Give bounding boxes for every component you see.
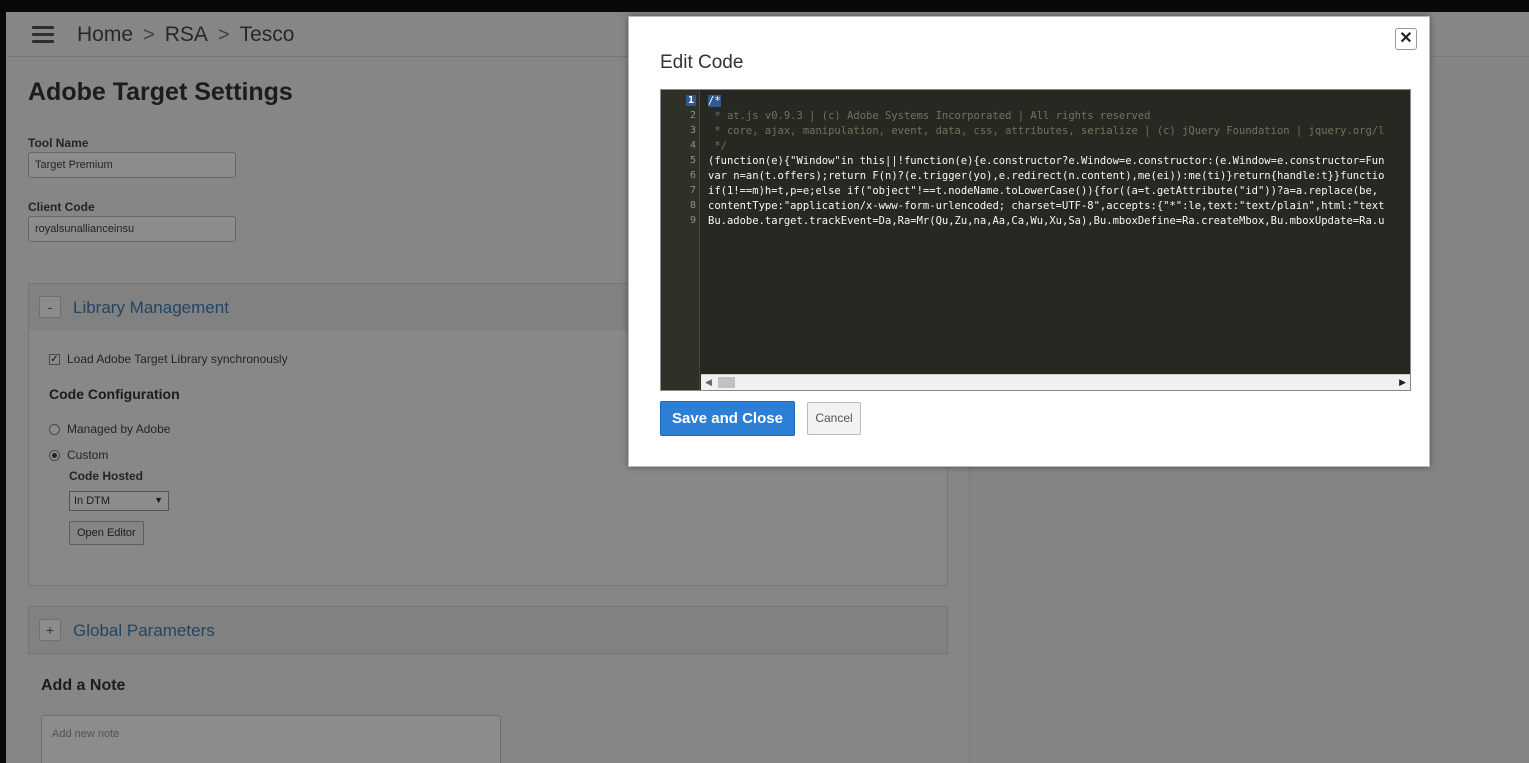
line-number: 3 <box>689 125 696 136</box>
line-number: 2 <box>689 110 696 121</box>
modal-title: Edit Code <box>660 52 744 73</box>
line-number: 7 <box>689 185 696 196</box>
code-line: * core, ajax, manipulation, event, data,… <box>708 125 1385 137</box>
scroll-left-icon[interactable]: ◀ <box>705 377 712 388</box>
scrollbar-thumb[interactable] <box>718 377 735 388</box>
code-line: var n=an(t.offers);return F(n)?(e.trigge… <box>708 170 1385 182</box>
save-and-close-button[interactable]: Save and Close <box>660 401 795 436</box>
edit-code-modal: ✕ Edit Code 1 2 3 4 5 6 7 8 9 /* * at.js… <box>628 16 1430 467</box>
scroll-right-icon[interactable]: ▶ <box>1399 377 1406 388</box>
selected-text: /* <box>708 95 721 107</box>
code-line: * at.js v0.9.3 | (c) Adobe Systems Incor… <box>708 110 1151 122</box>
code-line: (function(e){"Window"in this||!function(… <box>708 155 1385 167</box>
code-line: contentType:"application/x-www-form-urle… <box>708 200 1385 212</box>
code-area[interactable]: /* * at.js v0.9.3 | (c) Adobe Systems In… <box>708 90 1410 372</box>
code-line: /* <box>708 95 721 107</box>
line-number: 6 <box>689 170 696 181</box>
horizontal-scrollbar[interactable]: ◀ ▶ <box>701 374 1410 390</box>
line-number: 5 <box>689 155 696 166</box>
line-number: 8 <box>689 200 696 211</box>
code-line: Bu.adobe.target.trackEvent=Da,Ra=Mr(Qu,Z… <box>708 215 1385 227</box>
code-editor[interactable]: 1 2 3 4 5 6 7 8 9 /* * at.js v0.9.3 | (c… <box>660 89 1411 391</box>
line-number: 1 <box>685 95 696 106</box>
line-number: 4 <box>689 140 696 151</box>
line-number: 9 <box>689 215 696 226</box>
code-line: if(1!==m)h=t,p=e;else if("object"!==t.no… <box>708 185 1379 197</box>
code-line: */ <box>708 140 727 152</box>
line-number-gutter: 1 2 3 4 5 6 7 8 9 <box>661 90 700 390</box>
cancel-button[interactable]: Cancel <box>807 402 861 435</box>
close-icon[interactable]: ✕ <box>1395 28 1417 50</box>
